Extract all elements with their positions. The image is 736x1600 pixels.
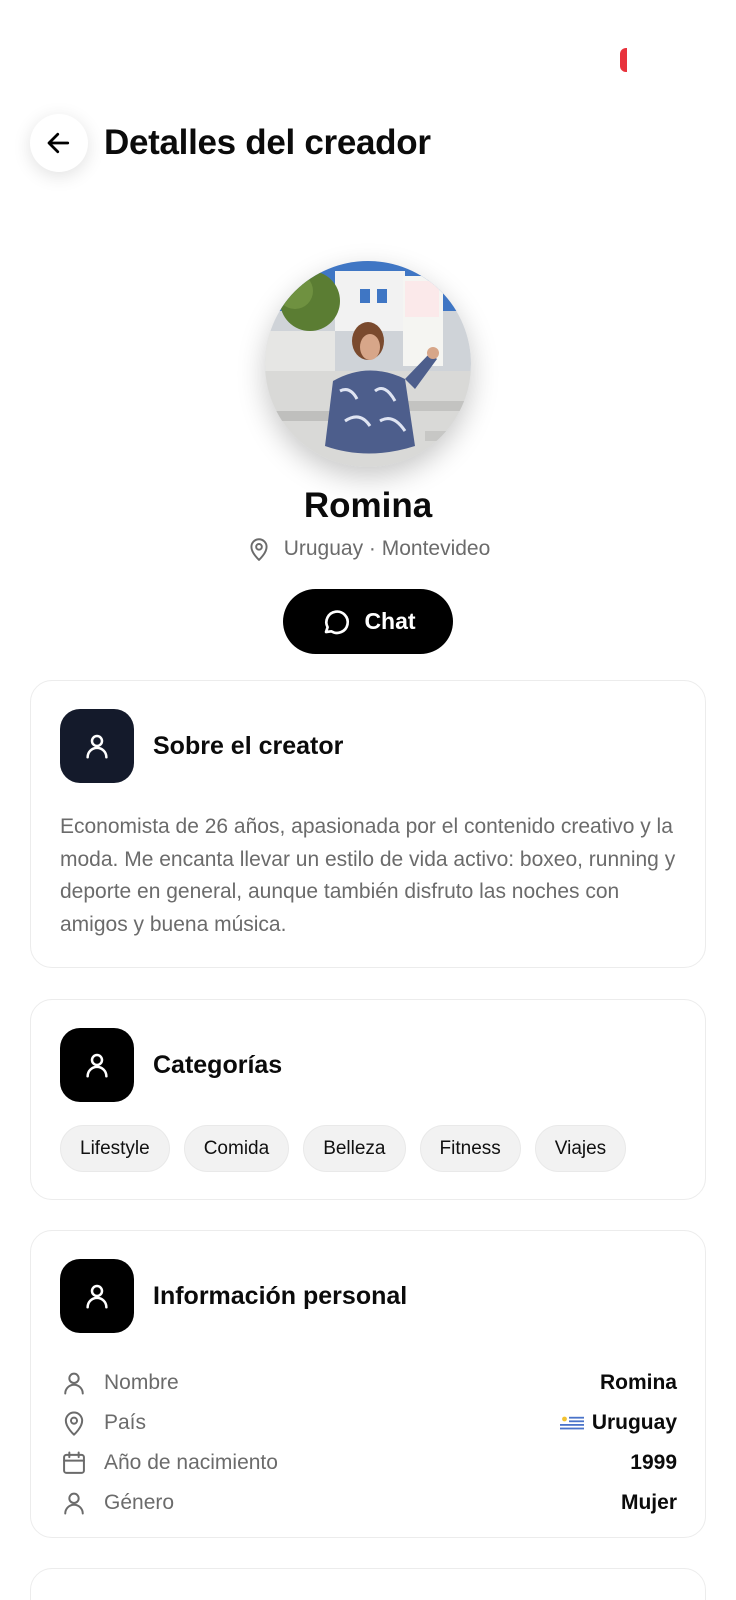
info-row-gender: Género Mujer <box>60 1483 677 1523</box>
about-text: Economista de 26 años, apasionada por el… <box>60 815 676 936</box>
chat-bubble-icon <box>325 609 350 634</box>
chat-button-label: Chat <box>364 608 416 634</box>
info-label: País <box>104 1411 147 1434</box>
categories-card: Categorías Lifestyle Comida Belleza Fitn… <box>30 999 706 1200</box>
uruguay-flag-icon <box>559 1415 584 1431</box>
location-text: Uruguay · Montevideo <box>283 537 491 560</box>
info-label: Nombre <box>104 1371 179 1394</box>
info-value: 1999 <box>630 1451 677 1474</box>
personal-info-card: Información personal Nombre Romina País <box>30 1230 706 1538</box>
about-card-header: Sobre el creator <box>60 709 343 783</box>
category-chips: Lifestyle Comida Belleza Fitness Viajes <box>60 1125 627 1172</box>
category-chip[interactable]: Belleza <box>303 1125 406 1172</box>
about-user-icon <box>60 709 134 783</box>
info-value-country: Uruguay <box>559 1411 677 1435</box>
info-value: Romina <box>599 1371 677 1394</box>
next-card <box>30 1568 706 1600</box>
categories-user-icon <box>60 1028 134 1102</box>
personal-info-card-header: Información personal <box>60 1259 407 1333</box>
arrow-left-icon <box>47 132 70 154</box>
chat-button[interactable]: Chat <box>283 589 453 654</box>
categories-card-header: Categorías <box>60 1028 282 1102</box>
info-row-birth-year: Año de nacimiento 1999 <box>60 1443 677 1483</box>
page-title: Detalles del creador <box>104 123 431 162</box>
creator-name: Romina <box>303 486 433 525</box>
personal-info-title: Información personal <box>153 1281 408 1310</box>
category-chip[interactable]: Viajes <box>534 1125 627 1172</box>
header: Detalles del creador <box>30 114 431 172</box>
calendar-icon <box>63 1451 85 1474</box>
location-pin-icon <box>64 1411 84 1436</box>
back-button[interactable] <box>30 114 88 172</box>
category-chip[interactable]: Comida <box>183 1125 290 1172</box>
creator-avatar <box>265 261 471 467</box>
creator-location: Uruguay · Montevideo <box>0 536 736 562</box>
person-icon <box>64 1492 84 1515</box>
info-row-country: País Uruguay <box>60 1403 677 1443</box>
personal-info-rows: Nombre Romina País Uruguay Año de nacimi… <box>60 1363 677 1523</box>
personal-user-icon <box>60 1259 134 1333</box>
info-value: Mujer <box>620 1491 677 1514</box>
category-chip[interactable]: Fitness <box>419 1125 521 1172</box>
info-value: Uruguay <box>591 1411 677 1434</box>
categories-title: Categorías <box>153 1050 283 1079</box>
about-card: Sobre el creator Economista de 26 años, … <box>30 680 706 968</box>
category-chip[interactable]: Lifestyle <box>60 1125 170 1172</box>
info-label: Año de nacimiento <box>104 1451 278 1474</box>
status-indicator <box>620 48 627 72</box>
about-title: Sobre el creator <box>153 731 344 760</box>
person-icon <box>64 1372 84 1395</box>
creator-details-screen: Detalles del creador Romina Uruguay · Mo… <box>0 0 736 1600</box>
location-pin-icon <box>250 538 268 561</box>
info-label: Género <box>104 1491 175 1514</box>
info-row-name: Nombre Romina <box>60 1363 677 1403</box>
